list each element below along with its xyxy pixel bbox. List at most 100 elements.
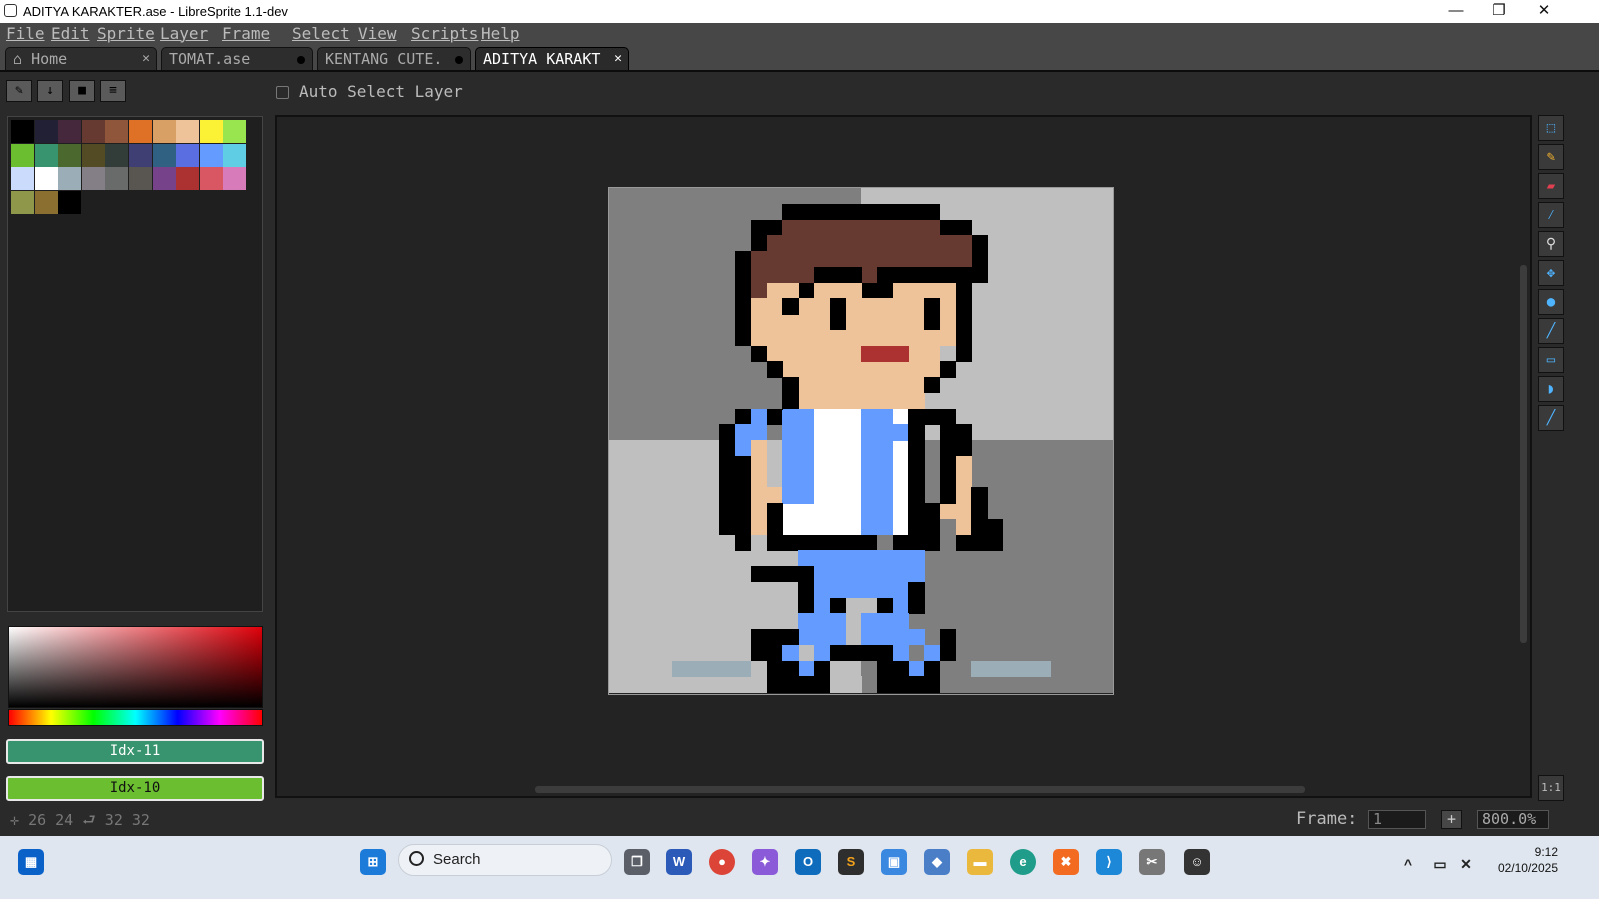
menu-layer[interactable]: Layer xyxy=(160,24,208,43)
move-icon[interactable]: ✥ xyxy=(1538,260,1564,286)
palette-swatch[interactable] xyxy=(105,143,129,167)
tab-close-icon[interactable]: ✕ xyxy=(614,48,622,70)
palette-swatch[interactable] xyxy=(176,143,200,167)
menu-file[interactable]: File xyxy=(6,24,45,43)
tab-home[interactable]: ⌂ Home ✕ xyxy=(5,47,157,70)
palette-swatch[interactable] xyxy=(199,167,223,191)
menu-select[interactable]: Select xyxy=(292,24,350,43)
zoom-icon[interactable]: ⚲ xyxy=(1538,231,1564,257)
word-icon[interactable]: W xyxy=(666,849,692,875)
line-icon[interactable]: ╱ xyxy=(1538,318,1564,344)
rectangle-icon[interactable]: ▭ xyxy=(1538,347,1564,373)
palette-swatch[interactable] xyxy=(129,167,152,191)
pencil-icon[interactable]: ✎ xyxy=(6,80,32,102)
outlook-icon[interactable]: O xyxy=(795,849,821,875)
network-icon[interactable]: ▭ xyxy=(1429,851,1451,873)
horizontal-scrollbar[interactable] xyxy=(535,786,1305,793)
palette-swatch[interactable] xyxy=(81,167,105,191)
pencil-icon[interactable]: ✎ xyxy=(1538,144,1564,170)
vertical-scrollbar[interactable] xyxy=(1520,265,1527,643)
foreground-color-button[interactable]: Idx-11 xyxy=(6,739,264,764)
background-color-button[interactable]: Idx-10 xyxy=(6,776,264,801)
volume-muted-icon[interactable]: ✕ xyxy=(1455,851,1477,873)
tools-app-icon[interactable]: ✂ xyxy=(1139,849,1165,875)
blur-icon[interactable]: ╱ xyxy=(1538,405,1564,431)
tab-tomat[interactable]: TOMAT.ase xyxy=(161,47,313,70)
sublime-icon[interactable]: S xyxy=(838,849,864,875)
palette-swatch[interactable] xyxy=(58,190,82,214)
palette-swatch[interactable] xyxy=(58,143,82,167)
actual-size-icon[interactable]: 1:1 xyxy=(1538,775,1564,801)
frame-input[interactable]: 1 xyxy=(1368,810,1426,829)
widgets-icon[interactable]: ▦ xyxy=(18,849,44,875)
paint-bucket-icon[interactable]: ● xyxy=(1538,289,1564,315)
menu-help[interactable]: Help xyxy=(481,24,520,43)
palette-swatch[interactable] xyxy=(34,167,58,191)
vscode-icon[interactable]: ⟩ xyxy=(1096,849,1122,875)
square-icon[interactable]: ■ xyxy=(69,80,95,102)
taskbar-search[interactable]: Search xyxy=(398,844,612,876)
palette-swatch[interactable] xyxy=(152,120,176,143)
palette-swatch[interactable] xyxy=(199,120,223,143)
palette-swatch[interactable] xyxy=(223,143,247,167)
palette-swatch[interactable] xyxy=(11,120,34,143)
arrow-down-icon[interactable]: ↓ xyxy=(37,80,63,102)
palette-swatch[interactable] xyxy=(11,143,34,167)
saturation-value-picker[interactable] xyxy=(8,626,263,708)
restore-button[interactable]: ❐ xyxy=(1477,0,1521,23)
palette-swatch[interactable] xyxy=(34,143,58,167)
palette-swatch[interactable] xyxy=(105,120,129,143)
task-view-icon[interactable]: ❐ xyxy=(624,849,650,875)
add-frame-button[interactable]: + xyxy=(1441,810,1462,829)
cube-app-icon[interactable]: ◆ xyxy=(924,849,950,875)
menu-scripts[interactable]: Scripts xyxy=(411,24,478,43)
eraser-icon[interactable]: ▰ xyxy=(1538,173,1564,199)
palette-swatch[interactable] xyxy=(105,167,129,191)
palette-swatch[interactable] xyxy=(34,120,58,143)
tab-kentang-cute[interactable]: KENTANG CUTE. xyxy=(317,47,471,70)
palette-swatch[interactable] xyxy=(11,167,34,191)
palette-swatch[interactable] xyxy=(176,167,200,191)
palette-swatch[interactable] xyxy=(152,143,176,167)
xampp-icon[interactable]: ✖ xyxy=(1053,849,1079,875)
palette-swatch[interactable] xyxy=(129,120,152,143)
chevron-up-icon[interactable]: ^ xyxy=(1397,851,1419,873)
rectangular-marquee-icon[interactable]: ⬚ xyxy=(1538,115,1564,141)
chrome-icon[interactable]: ● xyxy=(709,849,735,875)
tab-aditya-karakter[interactable]: ADITYA KARAKT ✕ xyxy=(475,47,629,70)
tab-close-icon[interactable]: ✕ xyxy=(142,48,150,70)
palette-swatch[interactable] xyxy=(152,167,176,191)
taskbar-clock[interactable]: 9:12 02/10/2025 xyxy=(1488,844,1558,876)
palette-swatch[interactable] xyxy=(81,120,105,143)
palette-swatch[interactable] xyxy=(58,120,82,143)
sprite-canvas[interactable] xyxy=(608,187,1114,695)
contour-icon[interactable]: ◗ xyxy=(1538,376,1564,402)
auto-select-layer-checkbox[interactable] xyxy=(276,86,289,99)
hue-slider[interactable] xyxy=(8,709,263,726)
palette-swatch[interactable] xyxy=(223,120,247,143)
palette-swatch[interactable] xyxy=(199,143,223,167)
edge-icon[interactable]: e xyxy=(1010,849,1036,875)
palette-swatch[interactable] xyxy=(34,190,58,214)
sprite-pixel xyxy=(987,518,1004,551)
eyedropper-icon[interactable]: ⁄ xyxy=(1538,202,1564,228)
minimize-button[interactable]: — xyxy=(1434,0,1478,23)
menu-edit[interactable]: Edit xyxy=(51,24,90,43)
libresprite-icon[interactable]: ☺ xyxy=(1184,849,1210,875)
palette-swatch[interactable] xyxy=(58,167,82,191)
palette-swatch[interactable] xyxy=(11,190,34,214)
palette-swatch[interactable] xyxy=(81,143,105,167)
menu-icon[interactable]: ≡ xyxy=(100,80,126,102)
file-explorer-icon[interactable]: ▬ xyxy=(967,849,993,875)
zoom-input[interactable]: 800.0% xyxy=(1477,810,1549,829)
close-window-button[interactable]: ✕ xyxy=(1522,0,1566,23)
palette-swatch[interactable] xyxy=(223,167,247,191)
palette-swatch[interactable] xyxy=(129,143,152,167)
start-icon[interactable]: ⊞ xyxy=(360,849,386,875)
menu-view[interactable]: View xyxy=(358,24,397,43)
menu-frame[interactable]: Frame xyxy=(222,24,270,43)
palette-swatch[interactable] xyxy=(176,120,200,143)
menu-sprite[interactable]: Sprite xyxy=(97,24,155,43)
copilot-icon[interactable]: ✦ xyxy=(752,849,778,875)
store-icon[interactable]: ▣ xyxy=(881,849,907,875)
